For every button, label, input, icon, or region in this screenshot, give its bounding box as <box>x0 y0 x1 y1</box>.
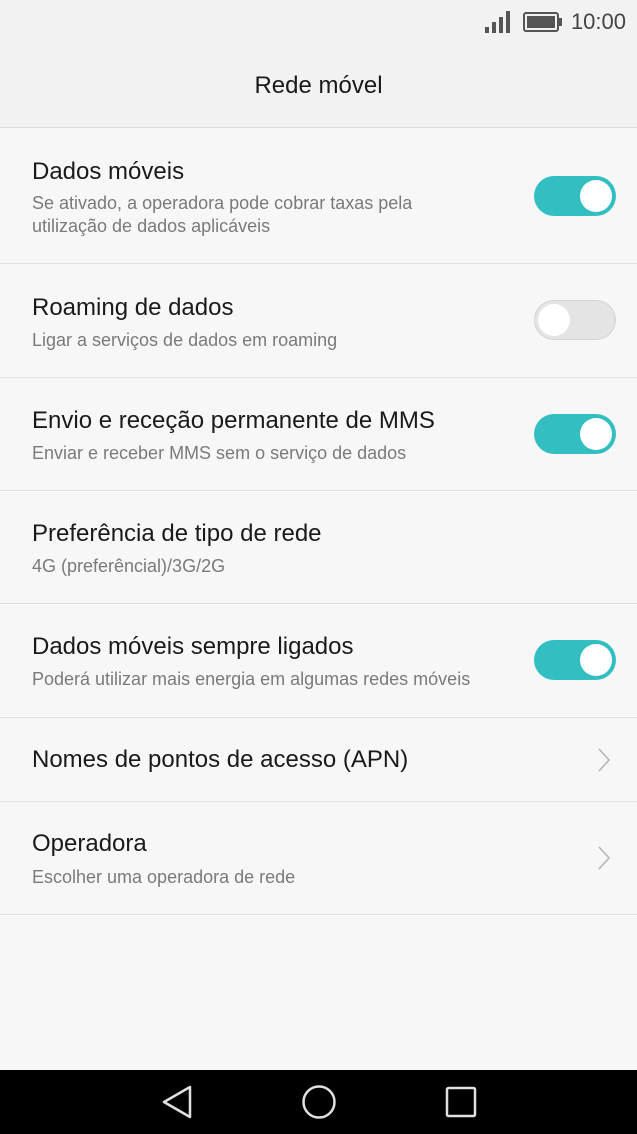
mms-toggle[interactable] <box>534 414 616 454</box>
setting-title: Nomes de pontos de acesso (APN) <box>32 746 409 773</box>
chevron-right-icon <box>598 846 611 870</box>
recents-square-icon[interactable] <box>444 1084 478 1120</box>
setting-row-carrier[interactable]: Operadora Escolher uma operadora de rede <box>0 802 637 915</box>
setting-title: Roaming de dados <box>32 294 234 321</box>
setting-subtitle: Se ativado, a operadora pode cobrar taxa… <box>32 193 413 236</box>
setting-subtitle: Poderá utilizar mais energia em algumas … <box>32 669 471 689</box>
app-header: Rede móvel <box>0 44 637 128</box>
back-triangle-icon[interactable] <box>160 1084 194 1120</box>
setting-row-network-type[interactable]: Preferência de tipo de rede 4G (preferên… <box>0 491 637 604</box>
status-icons: 10:00 <box>484 8 626 36</box>
setting-row-mobile-data[interactable]: Dados móveis Se ativado, a operadora pod… <box>0 128 637 264</box>
setting-title: Envio e receção permanente de MMS <box>32 407 435 434</box>
setting-title: Operadora <box>32 830 147 857</box>
setting-subtitle: Ligar a serviços de dados em roaming <box>32 330 338 350</box>
navigation-bar <box>0 1070 637 1134</box>
toggle-knob <box>580 644 612 676</box>
toggle-knob <box>580 418 612 450</box>
home-circle-icon[interactable] <box>301 1084 337 1120</box>
toggle-knob <box>580 180 612 212</box>
setting-row-data-roaming[interactable]: Roaming de dados Ligar a serviços de dad… <box>0 264 637 378</box>
status-bar: 10:00 <box>0 0 637 44</box>
signal-bars-icon <box>484 11 510 33</box>
setting-row-mms[interactable]: Envio e receção permanente de MMS Enviar… <box>0 378 637 491</box>
setting-subtitle: Escolher uma operadora de rede <box>32 867 296 887</box>
settings-list: Dados móveis Se ativado, a operadora pod… <box>0 128 637 915</box>
status-time: 10:00 <box>570 9 626 34</box>
setting-row-apn[interactable]: Nomes de pontos de acesso (APN) <box>0 718 637 802</box>
setting-subtitle: Enviar e receber MMS sem o serviço de da… <box>32 443 407 463</box>
setting-subtitle: 4G (preferêncial)/3G/2G <box>32 556 226 576</box>
toggle-knob <box>538 304 570 336</box>
setting-title: Dados móveis sempre ligados <box>32 633 354 660</box>
always-on-toggle[interactable] <box>534 640 616 680</box>
setting-title: Dados móveis <box>32 158 185 185</box>
battery-icon <box>522 12 562 32</box>
setting-title: Preferência de tipo de rede <box>32 520 322 547</box>
data-roaming-toggle[interactable] <box>534 300 616 340</box>
page-title: Rede móvel <box>254 72 383 99</box>
setting-row-always-on[interactable]: Dados móveis sempre ligados Poderá utili… <box>0 604 637 718</box>
chevron-right-icon <box>598 748 611 772</box>
mobile-data-toggle[interactable] <box>534 176 616 216</box>
